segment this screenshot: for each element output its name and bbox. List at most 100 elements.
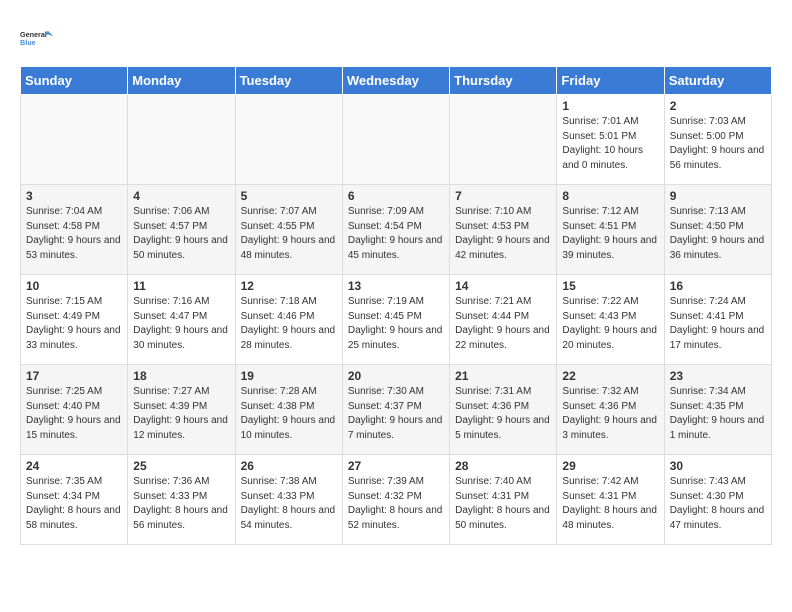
day-number: 13	[348, 279, 444, 293]
day-info: Sunrise: 7:07 AM Sunset: 4:55 PM Dayligh…	[241, 205, 337, 263]
day-info: Sunrise: 7:32 AM Sunset: 4:36 PM Dayligh…	[562, 385, 658, 443]
calendar-cell: 19Sunrise: 7:28 AM Sunset: 4:38 PM Dayli…	[235, 365, 342, 455]
weekday-header: Wednesday	[342, 67, 449, 95]
day-info: Sunrise: 7:30 AM Sunset: 4:37 PM Dayligh…	[348, 385, 444, 443]
day-number: 8	[562, 189, 658, 203]
day-number: 1	[562, 99, 658, 113]
calendar-cell: 26 Sunrise: 7:38 AM Sunset: 4:33 PM Dayli…	[235, 455, 342, 545]
calendar-cell: 15 Sunrise: 7:22 AM Sunset: 4:43 PM Dayli…	[557, 275, 664, 365]
calendar-cell: 5 Sunrise: 7:07 AM Sunset: 4:55 PM Daylig…	[235, 185, 342, 275]
weekday-header: Thursday	[450, 67, 557, 95]
calendar-cell: 8Sunrise: 7:12 AM Sunset: 4:51 PM Daylig…	[557, 185, 664, 275]
calendar-cell: 18 Sunrise: 7:27 AM Sunset: 4:39 PM Dayli…	[128, 365, 235, 455]
day-info: Sunrise: 7:22 AM Sunset: 4:43 PM Dayligh…	[562, 295, 658, 353]
day-number: 6	[348, 189, 444, 203]
calendar-cell: 2Sunrise: 7:03 AM Sunset: 5:00 PM Daylig…	[664, 95, 771, 185]
calendar-cell: 6 Sunrise: 7:09 AM Sunset: 4:54 PM Daylig…	[342, 185, 449, 275]
day-number: 26	[241, 459, 337, 473]
calendar-week-row: 17 Sunrise: 7:25 AM Sunset: 4:40 PM Dayli…	[21, 365, 772, 455]
weekday-header: Friday	[557, 67, 664, 95]
header: GeneralBlue	[20, 20, 772, 56]
day-info: Sunrise: 7:39 AM Sunset: 4:32 PM Dayligh…	[348, 475, 444, 533]
day-number: 25	[133, 459, 229, 473]
calendar-cell	[21, 95, 128, 185]
calendar-cell: 11Sunrise: 7:16 AM Sunset: 4:47 PM Dayli…	[128, 275, 235, 365]
weekday-header-row: SundayMondayTuesdayWednesdayThursdayFrid…	[21, 67, 772, 95]
day-info: Sunrise: 7:35 AM Sunset: 4:34 PM Dayligh…	[26, 475, 122, 533]
calendar-cell: 29 Sunrise: 7:42 AM Sunset: 4:31 PM Dayli…	[557, 455, 664, 545]
day-info: Sunrise: 7:27 AM Sunset: 4:39 PM Dayligh…	[133, 385, 229, 443]
day-number: 19	[241, 369, 337, 383]
calendar-cell: 27 Sunrise: 7:39 AM Sunset: 4:32 PM Dayli…	[342, 455, 449, 545]
calendar-cell	[235, 95, 342, 185]
svg-text:Blue: Blue	[20, 38, 36, 47]
day-info: Sunrise: 7:10 AM Sunset: 4:53 PM Dayligh…	[455, 205, 551, 263]
calendar-cell: 7 Sunrise: 7:10 AM Sunset: 4:53 PM Daylig…	[450, 185, 557, 275]
calendar-cell: 16Sunrise: 7:24 AM Sunset: 4:41 PM Dayli…	[664, 275, 771, 365]
calendar-cell	[128, 95, 235, 185]
calendar-cell: 21Sunrise: 7:31 AM Sunset: 4:36 PM Dayli…	[450, 365, 557, 455]
day-number: 17	[26, 369, 122, 383]
day-number: 28	[455, 459, 551, 473]
calendar-cell: 9 Sunrise: 7:13 AM Sunset: 4:50 PM Daylig…	[664, 185, 771, 275]
day-number: 4	[133, 189, 229, 203]
day-info: Sunrise: 7:13 AM Sunset: 4:50 PM Dayligh…	[670, 205, 766, 263]
day-number: 20	[348, 369, 444, 383]
day-info: Sunrise: 7:06 AM Sunset: 4:57 PM Dayligh…	[133, 205, 229, 263]
day-info: Sunrise: 7:42 AM Sunset: 4:31 PM Dayligh…	[562, 475, 658, 533]
day-number: 9	[670, 189, 766, 203]
day-number: 30	[670, 459, 766, 473]
day-info: Sunrise: 7:18 AM Sunset: 4:46 PM Dayligh…	[241, 295, 337, 353]
calendar-cell	[342, 95, 449, 185]
day-number: 16	[670, 279, 766, 293]
calendar-cell: 10 Sunrise: 7:15 AM Sunset: 4:49 PM Dayli…	[21, 275, 128, 365]
svg-text:General: General	[20, 30, 47, 39]
day-info: Sunrise: 7:19 AM Sunset: 4:45 PM Dayligh…	[348, 295, 444, 353]
calendar-cell: 3Sunrise: 7:04 AM Sunset: 4:58 PM Daylig…	[21, 185, 128, 275]
day-number: 18	[133, 369, 229, 383]
day-number: 15	[562, 279, 658, 293]
day-number: 27	[348, 459, 444, 473]
day-info: Sunrise: 7:21 AM Sunset: 4:44 PM Dayligh…	[455, 295, 551, 353]
calendar-cell: 13 Sunrise: 7:19 AM Sunset: 4:45 PM Dayli…	[342, 275, 449, 365]
calendar-cell: 4 Sunrise: 7:06 AM Sunset: 4:57 PM Daylig…	[128, 185, 235, 275]
calendar-cell: 30 Sunrise: 7:43 AM Sunset: 4:30 PM Dayli…	[664, 455, 771, 545]
weekday-header: Sunday	[21, 67, 128, 95]
day-number: 5	[241, 189, 337, 203]
calendar-cell: 25 Sunrise: 7:36 AM Sunset: 4:33 PM Dayli…	[128, 455, 235, 545]
calendar-table: SundayMondayTuesdayWednesdayThursdayFrid…	[20, 66, 772, 545]
calendar-week-row: 24 Sunrise: 7:35 AM Sunset: 4:34 PM Dayli…	[21, 455, 772, 545]
day-info: Sunrise: 7:25 AM Sunset: 4:40 PM Dayligh…	[26, 385, 122, 443]
day-info: Sunrise: 7:38 AM Sunset: 4:33 PM Dayligh…	[241, 475, 337, 533]
day-info: Sunrise: 7:36 AM Sunset: 4:33 PM Dayligh…	[133, 475, 229, 533]
calendar-cell: 23Sunrise: 7:34 AM Sunset: 4:35 PM Dayli…	[664, 365, 771, 455]
calendar-cell: 28 Sunrise: 7:40 AM Sunset: 4:31 PM Dayli…	[450, 455, 557, 545]
day-info: Sunrise: 7:01 AM Sunset: 5:01 PM Dayligh…	[562, 115, 658, 173]
calendar-week-row: 1 Sunrise: 7:01 AM Sunset: 5:01 PM Daylig…	[21, 95, 772, 185]
logo: GeneralBlue	[20, 20, 56, 56]
day-info: Sunrise: 7:16 AM Sunset: 4:47 PM Dayligh…	[133, 295, 229, 353]
day-info: Sunrise: 7:09 AM Sunset: 4:54 PM Dayligh…	[348, 205, 444, 263]
day-info: Sunrise: 7:40 AM Sunset: 4:31 PM Dayligh…	[455, 475, 551, 533]
day-number: 23	[670, 369, 766, 383]
day-info: Sunrise: 7:43 AM Sunset: 4:30 PM Dayligh…	[670, 475, 766, 533]
day-number: 14	[455, 279, 551, 293]
weekday-header: Saturday	[664, 67, 771, 95]
day-number: 24	[26, 459, 122, 473]
calendar-cell: 24 Sunrise: 7:35 AM Sunset: 4:34 PM Dayli…	[21, 455, 128, 545]
calendar-week-row: 3Sunrise: 7:04 AM Sunset: 4:58 PM Daylig…	[21, 185, 772, 275]
weekday-header: Monday	[128, 67, 235, 95]
day-number: 21	[455, 369, 551, 383]
day-number: 3	[26, 189, 122, 203]
calendar-week-row: 10 Sunrise: 7:15 AM Sunset: 4:49 PM Dayli…	[21, 275, 772, 365]
calendar-cell: 1 Sunrise: 7:01 AM Sunset: 5:01 PM Daylig…	[557, 95, 664, 185]
calendar-cell: 20 Sunrise: 7:30 AM Sunset: 4:37 PM Dayli…	[342, 365, 449, 455]
day-info: Sunrise: 7:03 AM Sunset: 5:00 PM Dayligh…	[670, 115, 766, 173]
day-number: 29	[562, 459, 658, 473]
day-number: 7	[455, 189, 551, 203]
day-number: 10	[26, 279, 122, 293]
calendar-cell: 17 Sunrise: 7:25 AM Sunset: 4:40 PM Dayli…	[21, 365, 128, 455]
day-info: Sunrise: 7:15 AM Sunset: 4:49 PM Dayligh…	[26, 295, 122, 353]
calendar-cell: 12Sunrise: 7:18 AM Sunset: 4:46 PM Dayli…	[235, 275, 342, 365]
calendar-cell: 22Sunrise: 7:32 AM Sunset: 4:36 PM Dayli…	[557, 365, 664, 455]
